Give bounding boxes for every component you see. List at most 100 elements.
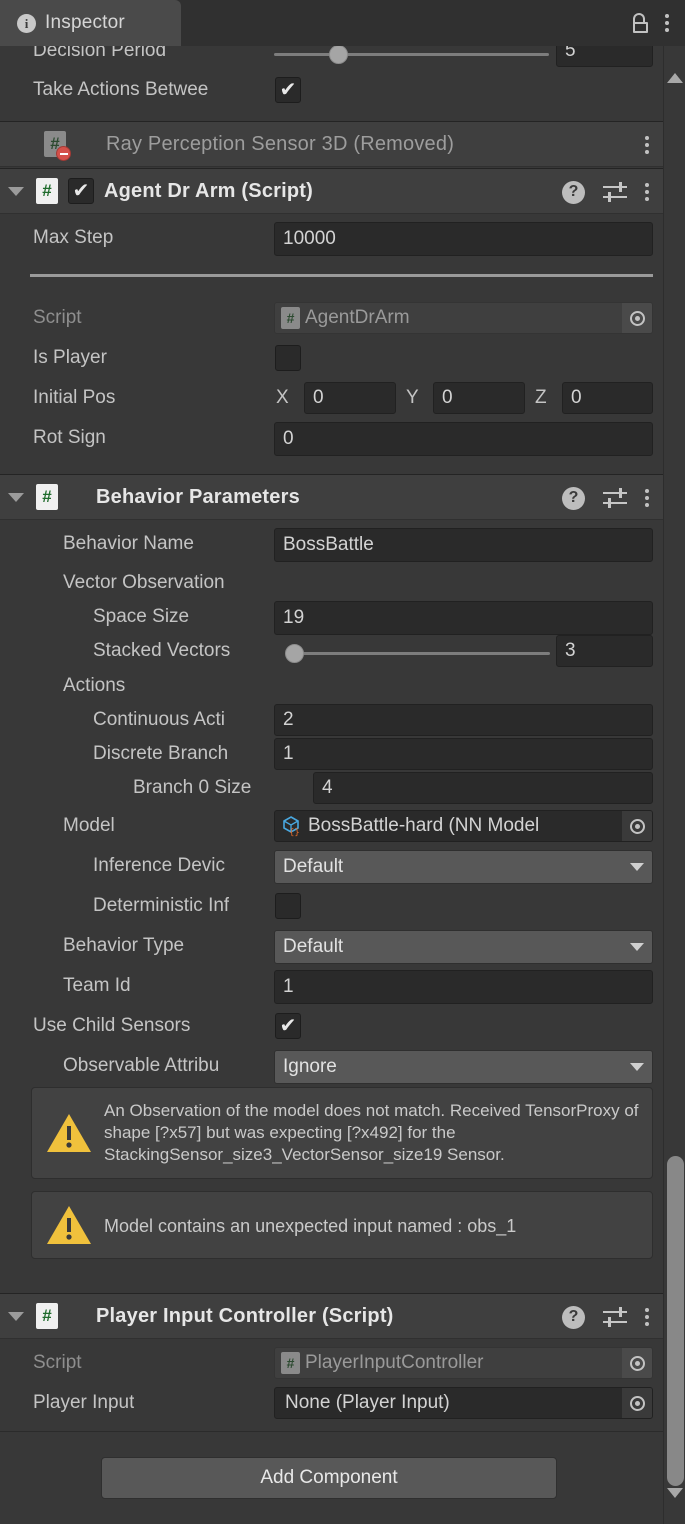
component-header-ray-perception-sensor-3d[interactable]: # Ray Perception Sensor 3D (Removed) <box>0 121 663 167</box>
preset-settings-icon[interactable] <box>603 1307 627 1327</box>
row-take-actions-between[interactable]: Take Actions Betwee ✔ <box>0 70 663 110</box>
component-actions-behavior-parameters: ? <box>562 475 649 521</box>
observable-attributes-label: Observable Attribu <box>63 1055 220 1076</box>
model-objectfield[interactable]: {} BossBattle-hard (NN Model <box>274 810 653 842</box>
deterministic-inference-checkbox[interactable] <box>275 893 301 919</box>
component-title-player-input-controller: Player Input Controller (Script) <box>96 1304 394 1327</box>
svg-text:{}: {} <box>289 828 300 837</box>
add-component-button[interactable]: Add Component <box>101 1457 557 1499</box>
deterministic-inference-label: Deterministic Inf <box>93 895 230 916</box>
initial-pos-x-axis: X <box>276 387 289 408</box>
row-is-player[interactable]: Is Player <box>0 338 663 378</box>
behavior-type-value: Default <box>283 936 344 957</box>
is-player-checkbox[interactable] <box>275 345 301 371</box>
row-rot-sign[interactable]: Rot Sign 0 <box>0 418 663 458</box>
agent-dr-arm-enabled-checkbox[interactable]: ✔ <box>68 178 94 204</box>
help-icon[interactable]: ? <box>562 1305 585 1329</box>
use-child-sensors-label: Use Child Sensors <box>33 1015 191 1036</box>
vertical-scrollbar[interactable] <box>663 46 685 1524</box>
row-max-step[interactable]: Max Step 10000 <box>0 218 663 258</box>
kebab-menu-icon[interactable] <box>665 14 669 32</box>
initial-pos-z-input[interactable]: 0 <box>562 382 653 414</box>
stacked-vectors-slider[interactable] <box>285 637 550 669</box>
row-team-id[interactable]: Team Id 1 <box>0 966 663 1006</box>
scroll-up-arrow-icon[interactable] <box>667 56 683 83</box>
team-id-input[interactable]: 1 <box>274 970 653 1004</box>
help-icon[interactable]: ? <box>562 180 585 204</box>
inspector-scroll-viewport[interactable]: Decision Period 5 Take Actions Betwee ✔ … <box>0 46 663 1524</box>
tab-inspector[interactable]: i Inspector <box>0 0 181 46</box>
preset-settings-icon[interactable] <box>603 182 627 202</box>
kebab-menu-icon[interactable] <box>645 489 649 507</box>
row-stacked-vectors[interactable]: Stacked Vectors 3 <box>0 631 663 671</box>
discrete-branches-label: Discrete Branch <box>93 743 229 764</box>
player-input-objectfield[interactable]: None (Player Input) <box>274 1387 653 1419</box>
object-picker-icon[interactable] <box>622 303 652 333</box>
observable-attributes-value: Ignore <box>283 1056 337 1077</box>
row-model[interactable]: Model {} BossBattle-hard (NN Model <box>0 806 663 846</box>
row-behavior-name[interactable]: Behavior Name BossBattle <box>0 524 663 564</box>
inspector-window-bar: i Inspector <box>0 0 685 46</box>
component-actions-player-input-controller: ? <box>562 1294 649 1340</box>
kebab-menu-icon[interactable] <box>645 1308 649 1326</box>
rot-sign-input[interactable]: 0 <box>274 422 653 456</box>
row-use-child-sensors[interactable]: Use Child Sensors ✔ <box>0 1006 663 1046</box>
object-picker-icon[interactable] <box>622 1348 652 1378</box>
row-branch-0-size[interactable]: Branch 0 Size 4 <box>0 768 663 808</box>
max-step-input[interactable]: 10000 <box>274 222 653 256</box>
component-actions-agent-dr-arm: ? <box>562 169 649 215</box>
row-behavior-type[interactable]: Behavior Type Default <box>0 926 663 966</box>
inference-device-dropdown[interactable]: Default <box>274 850 653 884</box>
script-label: Script <box>33 1352 82 1373</box>
decision-period-slider[interactable] <box>274 46 549 70</box>
lock-icon[interactable] <box>632 13 649 33</box>
row-script-agent-dr-arm: Script # AgentDrArm <box>0 298 663 338</box>
continuous-actions-input[interactable]: 2 <box>274 704 653 736</box>
kebab-menu-icon[interactable] <box>645 183 649 201</box>
object-picker-icon[interactable] <box>622 1388 652 1418</box>
warning-text-unexpected-input: Model contains an unexpected input named… <box>104 1216 517 1236</box>
rot-sign-label: Rot Sign <box>33 427 106 448</box>
component-header-behavior-parameters[interactable]: # Behavior Parameters ? <box>0 474 663 520</box>
stacked-vectors-value[interactable]: 3 <box>556 635 653 667</box>
row-player-input[interactable]: Player Input None (Player Input) <box>0 1383 663 1423</box>
row-decision-period[interactable]: Decision Period 5 <box>0 46 663 72</box>
behavior-type-dropdown[interactable]: Default <box>274 930 653 964</box>
help-icon[interactable]: ? <box>562 486 585 510</box>
component-header-player-input-controller[interactable]: # Player Input Controller (Script) ? <box>0 1293 663 1339</box>
foldout-arrow-icon[interactable] <box>8 1311 24 1321</box>
initial-pos-y-input[interactable]: 0 <box>433 382 525 414</box>
decision-period-label: Decision Period <box>33 46 167 61</box>
component-header-agent-dr-arm[interactable]: # ✔ Agent Dr Arm (Script) ? <box>0 168 663 214</box>
preset-settings-icon[interactable] <box>603 488 627 508</box>
behavior-name-input[interactable]: BossBattle <box>274 528 653 562</box>
scrollbar-thumb[interactable] <box>667 1156 684 1486</box>
kebab-menu-icon[interactable] <box>645 136 649 154</box>
initial-pos-x-input[interactable]: 0 <box>304 382 396 414</box>
row-script-player-input-controller: Script # PlayerInputController <box>0 1343 663 1383</box>
row-inference-device[interactable]: Inference Devic Default <box>0 846 663 886</box>
scroll-down-arrow-icon[interactable] <box>667 1488 683 1515</box>
take-actions-between-checkbox[interactable]: ✔ <box>275 77 301 103</box>
foldout-arrow-icon[interactable] <box>8 186 24 196</box>
row-deterministic-inference[interactable]: Deterministic Inf <box>0 886 663 926</box>
discrete-branches-input[interactable]: 1 <box>274 738 653 770</box>
row-observable-attributes[interactable]: Observable Attribu Ignore <box>0 1046 663 1086</box>
script-icon: # <box>36 484 58 510</box>
script-objectfield-value: AgentDrArm <box>305 307 410 328</box>
observable-attributes-dropdown[interactable]: Ignore <box>274 1050 653 1084</box>
row-initial-pos[interactable]: Initial Pos X 0 Y 0 Z 0 <box>0 378 663 418</box>
branch-0-size-input[interactable]: 4 <box>313 772 653 804</box>
use-child-sensors-checkbox[interactable]: ✔ <box>275 1013 301 1039</box>
inference-device-value: Default <box>283 856 344 877</box>
object-picker-icon[interactable] <box>622 811 652 841</box>
window-actions <box>632 0 675 46</box>
space-size-input[interactable]: 19 <box>274 601 653 635</box>
decision-period-value[interactable]: 5 <box>556 46 653 67</box>
info-icon: i <box>17 13 36 33</box>
script-objectfield-value: PlayerInputController <box>305 1352 484 1373</box>
chevron-down-icon <box>630 943 644 951</box>
player-input-objectfield-value: None (Player Input) <box>285 1392 450 1413</box>
initial-pos-z-axis: Z <box>535 387 547 408</box>
foldout-arrow-icon[interactable] <box>8 492 24 502</box>
